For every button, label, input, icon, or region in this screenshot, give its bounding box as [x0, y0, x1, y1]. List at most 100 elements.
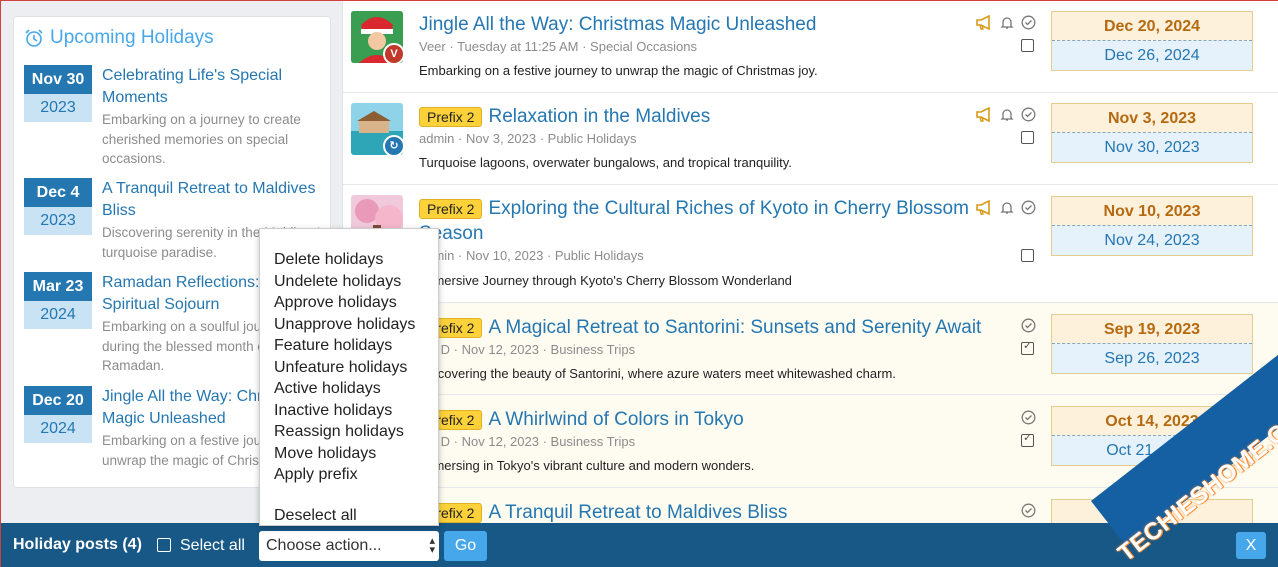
menu-item-feature[interactable]: Feature holidays — [274, 335, 424, 357]
end-date: Sep 26, 2023 — [1052, 344, 1252, 373]
post-date: Nov 10, 2023 — [465, 248, 544, 263]
category-link[interactable]: Special Occasions — [590, 39, 697, 54]
post-date: Nov 3, 2023 — [465, 131, 537, 146]
date-badge: Nov 30 2023 — [24, 65, 92, 178]
row-icons — [976, 107, 1036, 122]
bell-icon — [1000, 202, 1014, 214]
row-icons — [1021, 410, 1036, 425]
megaphone-icon — [976, 107, 990, 122]
approved-check-icon — [1021, 503, 1036, 518]
holiday-row[interactable]: ↻ Prefix 2 Relaxation in the Maldives ad… — [343, 93, 1278, 185]
date-badge-day: Dec 4 — [24, 178, 92, 207]
prefix-badge[interactable]: Prefix 2 — [419, 199, 483, 219]
end-date: Nov 24, 2023 — [1052, 226, 1252, 255]
menu-item-approve[interactable]: Approve holidays — [274, 292, 424, 314]
menu-item-move[interactable]: Move holidays — [274, 443, 424, 465]
menu-item-reassign[interactable]: Reassign holidays — [274, 421, 424, 443]
row-title: Jingle All the Way: Christmas Magic Unle… — [419, 14, 816, 36]
megaphone-icon — [976, 15, 990, 30]
sidebar-item-desc: Embarking on a journey to create cherish… — [102, 112, 301, 166]
holiday-title-link[interactable]: Relaxation in the Maldives — [488, 106, 710, 128]
menu-item-inactive[interactable]: Inactive holidays — [274, 400, 424, 422]
sidebar-item-link[interactable]: A Tranquil Retreat to Maldives Bliss — [102, 178, 320, 222]
row-title: Prefix 2 Exploring the Cultural Riches o… — [419, 198, 969, 220]
menu-item-unfeature[interactable]: Unfeature holidays — [274, 357, 424, 379]
start-date: Sep 19, 2023 — [1052, 315, 1252, 344]
row-icons — [976, 200, 1036, 215]
action-select[interactable]: Choose action... ▴ ▾ — [259, 531, 439, 561]
row-meta: Veer · Tuesday at 11:25 AM · Special Occ… — [419, 39, 697, 54]
date-badge-day: Mar 23 — [24, 272, 92, 301]
menu-item-apply-prefix[interactable]: Apply prefix — [274, 464, 424, 486]
start-date: Dec 20, 2024 — [1052, 12, 1252, 41]
post-date: Nov 12, 2023 — [461, 342, 539, 357]
row-meta: admin · Nov 10, 2023 · Public Holidays — [419, 248, 644, 263]
select-checkbox[interactable] — [1021, 249, 1034, 262]
sidebar-item[interactable]: Nov 30 2023 Celebrating Life's Special M… — [24, 65, 320, 178]
start-date: Nov 3, 2023 — [1052, 104, 1252, 133]
date-range: Nov 3, 2023 Nov 30, 2023 — [1051, 103, 1253, 163]
approved-check-icon — [1021, 200, 1036, 215]
author-link[interactable]: Veer — [419, 39, 446, 54]
date-badge: Dec 20 2024 — [24, 386, 92, 470]
post-date: Nov 12, 2023 — [461, 434, 539, 449]
row-desc: Immersing in Tokyo's vibrant culture and… — [419, 458, 755, 473]
row-desc: Embarking on a festive journey to unwrap… — [419, 63, 818, 78]
holiday-row[interactable]: Prefix 2 Exploring the Cultural Riches o… — [343, 185, 1278, 303]
prefix-badge[interactable]: Prefix 2 — [419, 107, 483, 127]
avatar-badge: V — [383, 43, 403, 63]
holiday-row[interactable]: V Jingle All the Way: Christmas Magic Un… — [343, 1, 1278, 93]
author-link[interactable]: admin — [419, 131, 454, 146]
select-checkbox-checked[interactable] — [1021, 339, 1034, 355]
category-link[interactable]: Public Holidays — [555, 248, 644, 263]
go-button[interactable]: Go — [444, 531, 487, 561]
select-all-label[interactable]: Select all — [180, 537, 245, 555]
row-desc: Discovering the beauty of Santorini, whe… — [419, 366, 896, 381]
row-meta: Ajit D · Nov 12, 2023 · Business Trips — [419, 434, 635, 449]
select-checkbox[interactable] — [1021, 131, 1034, 144]
start-date: Nov 10, 2023 — [1052, 197, 1252, 226]
category-link[interactable]: Business Trips — [551, 434, 636, 449]
approved-check-icon — [1021, 107, 1036, 122]
select-all-checkbox[interactable] — [157, 538, 171, 552]
post-date: Tuesday at 11:25 AM — [457, 39, 579, 54]
select-checkbox-checked[interactable] — [1021, 431, 1034, 447]
approved-check-icon — [1021, 15, 1036, 30]
row-desc: Turquoise lagoons, overwater bungalows, … — [419, 155, 792, 170]
category-link[interactable]: Business Trips — [551, 342, 636, 357]
date-badge-day: Nov 30 — [24, 65, 92, 94]
approved-check-icon — [1021, 318, 1036, 333]
menu-item-deselect-all[interactable]: Deselect all — [274, 505, 424, 527]
holiday-title-link[interactable]: Exploring the Cultural Riches of Kyoto i… — [488, 198, 968, 220]
date-badge: Mar 23 2024 — [24, 272, 92, 386]
select-arrows-icon: ▴ ▾ — [429, 535, 435, 556]
select-checkbox[interactable] — [1021, 39, 1034, 52]
date-badge-year: 2024 — [24, 301, 92, 329]
bell-icon — [1000, 17, 1014, 29]
avatar[interactable]: ↻ — [351, 103, 403, 155]
widget-title: Upcoming Holidays — [24, 25, 320, 51]
holiday-title-link[interactable]: A Magical Retreat to Santorini: Sunsets … — [488, 317, 981, 339]
date-badge-year: 2024 — [24, 415, 92, 443]
alarm-clock-icon — [25, 29, 43, 47]
date-range: Sep 19, 2023 Sep 26, 2023 — [1051, 314, 1253, 374]
holiday-title-link[interactable]: A Whirlwind of Colors in Tokyo — [488, 409, 743, 431]
date-badge: Dec 4 2023 — [24, 178, 92, 272]
menu-item-undelete[interactable]: Undelete holidays — [274, 271, 424, 293]
row-title: Prefix 2 A Tranquil Retreat to Maldives … — [419, 502, 787, 523]
bell-icon — [1000, 109, 1014, 121]
avatar[interactable]: V — [351, 11, 403, 63]
close-button[interactable]: X — [1236, 532, 1266, 559]
date-badge-year: 2023 — [24, 207, 92, 235]
widget-title-text: Upcoming Holidays — [50, 27, 214, 48]
holiday-title-link[interactable]: A Tranquil Retreat to Maldives Bliss — [488, 502, 787, 523]
holiday-row[interactable]: Prefix 2 A Magical Retreat to Santorini:… — [343, 303, 1278, 395]
category-link[interactable]: Public Holidays — [548, 131, 637, 146]
menu-item-delete[interactable]: Delete holidays — [274, 249, 424, 271]
sidebar-item-link[interactable]: Celebrating Life's Special Moments — [102, 65, 320, 109]
holiday-title-link[interactable]: Jingle All the Way: Christmas Magic Unle… — [419, 14, 816, 36]
row-icons — [976, 15, 1036, 30]
row-desc: Immersive Journey through Kyoto's Cherry… — [419, 273, 792, 288]
menu-item-active[interactable]: Active holidays — [274, 378, 424, 400]
menu-item-unapprove[interactable]: Unapprove holidays — [274, 314, 424, 336]
